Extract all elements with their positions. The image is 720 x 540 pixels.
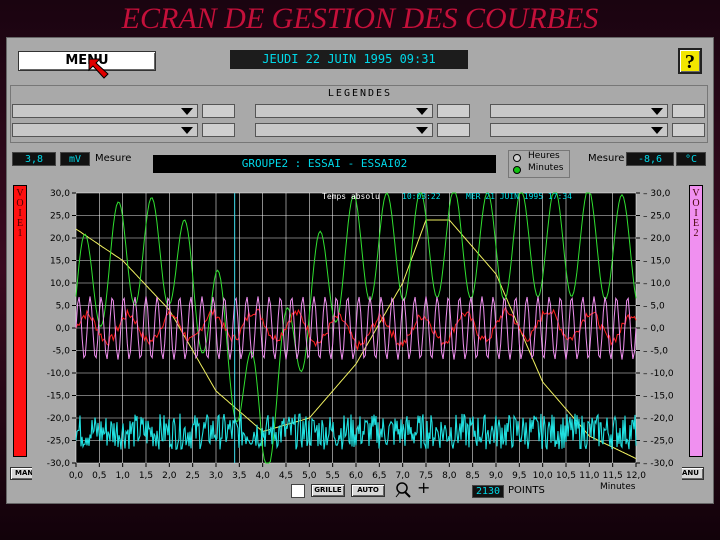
- measure-left-value: 3,8: [12, 152, 56, 166]
- y-tick-label-right: – 5,0: [643, 302, 665, 312]
- y-tick-label-left: 25,0: [50, 212, 70, 222]
- voie1-label: VOIE1: [16, 188, 24, 239]
- legend-select-1a[interactable]: [12, 104, 198, 118]
- x-tick-label: 6,5: [372, 471, 386, 481]
- points-label: POINTS: [508, 485, 545, 496]
- y-tick-label-right: – 30,0: [643, 189, 671, 199]
- x-tick-label: 10,0: [533, 471, 553, 481]
- voie1-bar[interactable]: VOIE1: [13, 185, 27, 457]
- date-display: JEUDI 22 JUIN 1995 09:31: [230, 50, 468, 69]
- y-tick-label-right: – -20,0: [643, 414, 674, 424]
- x-tick-label: 8,5: [466, 471, 480, 481]
- x-tick-label: 3,0: [209, 471, 224, 481]
- legend-title: LEGENDES: [327, 88, 393, 99]
- time-header-label: Temps absolu: [322, 192, 380, 201]
- y-tick-label-right: – 20,0: [643, 234, 671, 244]
- legend-select-3b[interactable]: [490, 123, 668, 137]
- help-button[interactable]: ?: [678, 48, 702, 74]
- x-tick-label: 11,5: [603, 471, 623, 481]
- legend-swatch-2a[interactable]: [437, 104, 470, 118]
- measure-right-value: -8,6: [626, 152, 674, 166]
- x-tick-label: 11,0: [579, 471, 599, 481]
- mouse-pointer-icon: [88, 58, 109, 79]
- x-tick-label: 8,0: [442, 471, 457, 481]
- radio-minutes-label: Minutes: [528, 163, 564, 173]
- y-tick-label-right: – 15,0: [643, 257, 671, 267]
- y-tick-label-left: -15,0: [47, 392, 71, 402]
- x-tick-label: 5,5: [326, 471, 340, 481]
- x-tick-label: 4,5: [279, 471, 293, 481]
- y-tick-label-left: 10,0: [50, 279, 70, 289]
- legend-select-3a[interactable]: [490, 104, 668, 118]
- voie2-label: VOIE2: [692, 188, 700, 239]
- radio-hours[interactable]: [513, 154, 521, 162]
- y-tick-label-right: – -25,0: [643, 437, 674, 447]
- y-tick-label-right: – 25,0: [643, 212, 671, 222]
- y-tick-label-right: – -15,0: [643, 392, 674, 402]
- measure-right-label: Mesure: [588, 153, 625, 164]
- zoom-icon[interactable]: [394, 481, 412, 499]
- x-tick-label: 9,5: [512, 471, 526, 481]
- y-tick-label-left: 0,0: [56, 324, 71, 334]
- y-tick-label-left: 30,0: [50, 189, 70, 199]
- y-tick-label-right: – -30,0: [643, 459, 674, 469]
- legend-select-2b[interactable]: [255, 123, 433, 137]
- x-tick-label: 0,5: [92, 471, 106, 481]
- x-tick-label: 12,0: [626, 471, 646, 481]
- radio-hours-label: Heures: [528, 151, 560, 161]
- legend-swatch-1b[interactable]: [202, 123, 235, 137]
- group-name-display: GROUPE2 : ESSAI - ESSAI02: [153, 155, 496, 173]
- legend-swatch-2b[interactable]: [437, 123, 470, 137]
- legend-select-2a[interactable]: [255, 104, 433, 118]
- x-tick-label: 10,5: [556, 471, 576, 481]
- measure-left-label: Mesure: [95, 153, 132, 164]
- x-tick-label: 2,0: [162, 471, 177, 481]
- legend-swatch-3b[interactable]: [672, 123, 705, 137]
- y-tick-label-left: -10,0: [47, 369, 71, 379]
- y-tick-label-left: 20,0: [50, 234, 70, 244]
- x-tick-label: 1,0: [116, 471, 131, 481]
- x-tick-label: 1,5: [139, 471, 153, 481]
- legend-swatch-3a[interactable]: [672, 104, 705, 118]
- y-tick-label-right: – -5,0: [643, 347, 668, 357]
- y-tick-label-left: -20,0: [47, 414, 71, 424]
- x-tick-label: 4,0: [256, 471, 271, 481]
- grid-checkbox[interactable]: [291, 484, 305, 498]
- x-tick-label: 2,5: [186, 471, 200, 481]
- y-tick-label-right: – 10,0: [643, 279, 671, 289]
- points-value: 2130: [472, 485, 504, 498]
- y-tick-label-left: -5,0: [52, 347, 70, 357]
- legend-select-1b[interactable]: [12, 123, 198, 137]
- x-tick-label: 6,0: [349, 471, 364, 481]
- y-tick-label-left: 5,0: [56, 302, 71, 312]
- curves-chart[interactable]: 30,0 25,0 20,0 15,0 10,0 5,0 0,0 -5,0 -10,0 -15,0…: [32, 185, 682, 495]
- x-tick-label: 3,5: [232, 471, 246, 481]
- page-title: ECRAN DE GESTION DES COURBES: [121, 2, 599, 35]
- voie2-bar[interactable]: VOIE2: [689, 185, 703, 457]
- time-header-time: 10:03:22: [402, 192, 441, 201]
- x-tick-label: 0,0: [69, 471, 84, 481]
- x-tick-label: 5,0: [302, 471, 317, 481]
- radio-minutes[interactable]: [513, 166, 521, 174]
- x-tick-label: 9,0: [489, 471, 504, 481]
- x-axis-label: Minutes: [600, 482, 636, 492]
- time-header-date: MER 21 JUIN 1995 17:34: [466, 192, 572, 201]
- add-icon[interactable]: +: [417, 480, 430, 496]
- grille-button[interactable]: GRILLE: [311, 484, 345, 497]
- measure-right-unit: °C: [676, 152, 706, 166]
- y-tick-label-left: -30,0: [47, 459, 71, 469]
- measure-left-unit: mV: [60, 152, 90, 166]
- x-tick-label: 7,0: [396, 471, 411, 481]
- legend-swatch-1a[interactable]: [202, 104, 235, 118]
- auto-button[interactable]: AUTO: [351, 484, 385, 497]
- y-tick-label-left: 15,0: [50, 257, 70, 267]
- y-tick-label-right: – 0,0: [643, 324, 665, 334]
- y-tick-label-left: -25,0: [47, 437, 71, 447]
- y-tick-label-right: – -10,0: [643, 369, 674, 379]
